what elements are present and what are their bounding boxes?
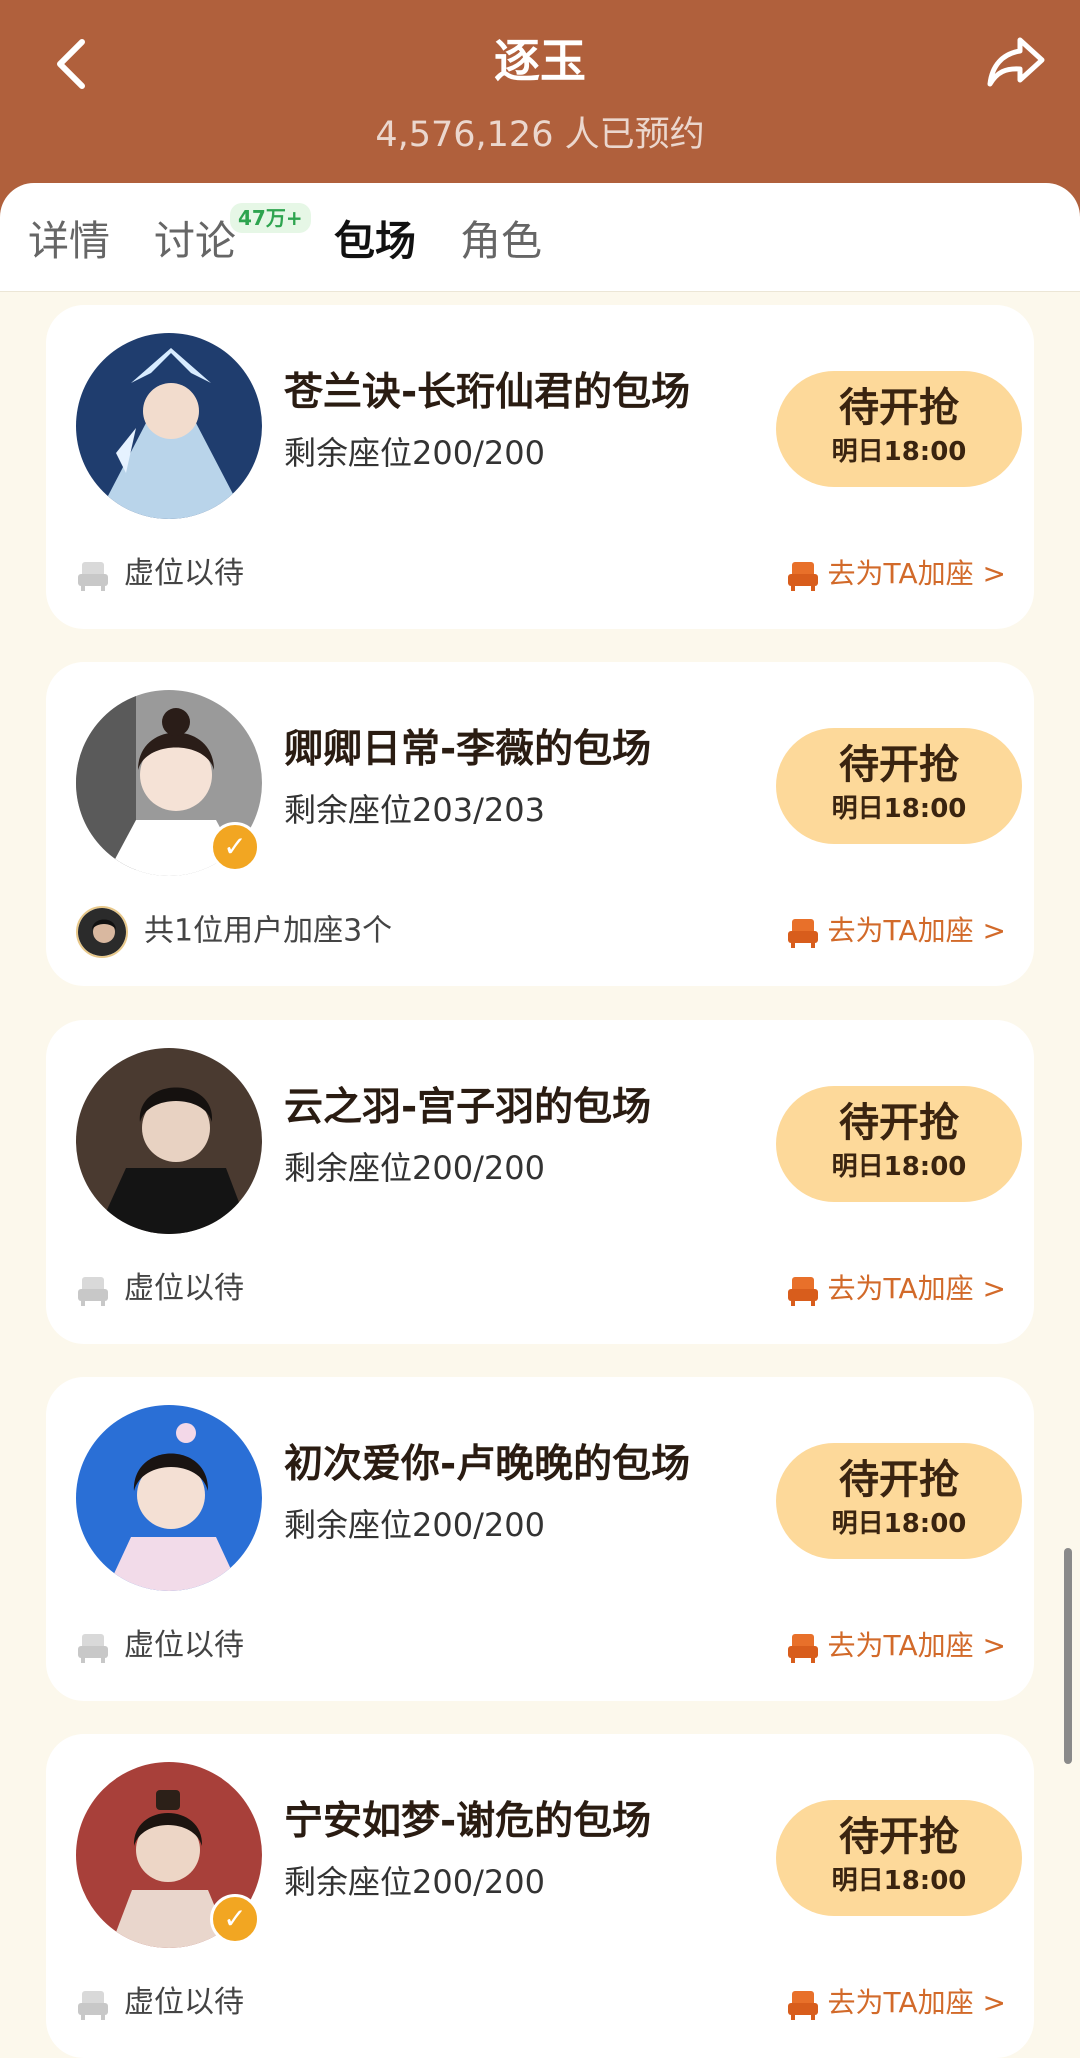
seat-icon	[78, 1633, 108, 1663]
screening-card[interactable]: 苍兰诀-长珩仙君的包场 剩余座位200/200 待开抢 明日18:00 虚位以待…	[46, 305, 1034, 629]
add-seat-link[interactable]: 去为TA加座 >	[786, 549, 1006, 599]
remaining-seats: 剩余座位203/203	[284, 791, 545, 829]
seat-icon	[787, 1991, 818, 2020]
tab-characters[interactable]: 角色	[460, 213, 542, 269]
add-seat-link[interactable]: 去为TA加座 >	[786, 1264, 1006, 1314]
screening-title: 初次爱你-卢晚晚的包场	[284, 1442, 691, 1487]
seat-icon	[78, 561, 108, 591]
reservation-count: 4,576,126 人已预约	[375, 115, 705, 155]
remaining-seats: 剩余座位200/200	[284, 1863, 545, 1901]
share-icon[interactable]	[984, 30, 1048, 94]
verified-badge-icon: ✓	[210, 822, 260, 872]
seat-status: 虚位以待	[76, 1978, 244, 2028]
pending-grab-button[interactable]: 待开抢 明日18:00	[776, 1086, 1022, 1202]
add-seat-link[interactable]: 去为TA加座 >	[786, 1978, 1006, 2028]
screening-title: 宁安如梦-谢危的包场	[284, 1799, 652, 1844]
seat-icon	[787, 1277, 818, 1306]
screening-title: 云之羽-宫子羽的包场	[284, 1085, 652, 1130]
seat-icon	[787, 919, 818, 948]
remaining-seats: 剩余座位200/200	[284, 434, 545, 472]
character-avatar	[76, 1048, 262, 1234]
pending-grab-button[interactable]: 待开抢 明日18:00	[776, 728, 1022, 844]
seat-supporters: 共1位用户加座3个	[76, 906, 392, 958]
scrollbar[interactable]	[1064, 1548, 1072, 1764]
seat-icon	[78, 1990, 108, 2020]
user-avatar	[76, 906, 128, 958]
seat-status: 虚位以待	[76, 549, 244, 599]
screening-card[interactable]: 云之羽-宫子羽的包场 剩余座位200/200 待开抢 明日18:00 虚位以待 …	[46, 1020, 1034, 1344]
pending-grab-button[interactable]: 待开抢 明日18:00	[776, 1443, 1022, 1559]
character-avatar	[76, 333, 262, 519]
screening-card[interactable]: ✓ 宁安如梦-谢危的包场 剩余座位200/200 待开抢 明日18:00 虚位以…	[46, 1734, 1034, 2058]
remaining-seats: 剩余座位200/200	[284, 1149, 545, 1187]
seat-icon	[787, 562, 818, 591]
screening-card[interactable]: 初次爱你-卢晚晚的包场 剩余座位200/200 待开抢 明日18:00 虚位以待…	[46, 1377, 1034, 1701]
add-seat-link[interactable]: 去为TA加座 >	[786, 1621, 1006, 1671]
verified-badge-icon: ✓	[210, 1894, 260, 1944]
tab-bar: 详情 讨论 47万+ 包场 角色	[0, 183, 1080, 292]
screening-card[interactable]: ✓ 卿卿日常-李薇的包场 剩余座位203/203 待开抢 明日18:00 共1位…	[46, 662, 1034, 986]
tab-discussion[interactable]: 讨论	[154, 213, 236, 269]
screening-title: 苍兰诀-长珩仙君的包场	[284, 370, 691, 415]
screening-title: 卿卿日常-李薇的包场	[284, 727, 652, 772]
pending-grab-button[interactable]: 待开抢 明日18:00	[776, 371, 1022, 487]
seat-status: 虚位以待	[76, 1264, 244, 1314]
seat-icon	[787, 1634, 818, 1663]
page-title: 逐玉	[494, 34, 586, 88]
add-seat-link[interactable]: 去为TA加座 >	[786, 906, 1006, 956]
seat-icon	[78, 1276, 108, 1306]
pending-grab-button[interactable]: 待开抢 明日18:00	[776, 1800, 1022, 1916]
seat-status: 虚位以待	[76, 1621, 244, 1671]
remaining-seats: 剩余座位200/200	[284, 1506, 545, 1544]
discussion-count-badge: 47万+	[230, 203, 311, 233]
character-avatar	[76, 1405, 262, 1591]
tab-details[interactable]: 详情	[28, 213, 110, 269]
tab-private-screening[interactable]: 包场	[334, 213, 416, 269]
